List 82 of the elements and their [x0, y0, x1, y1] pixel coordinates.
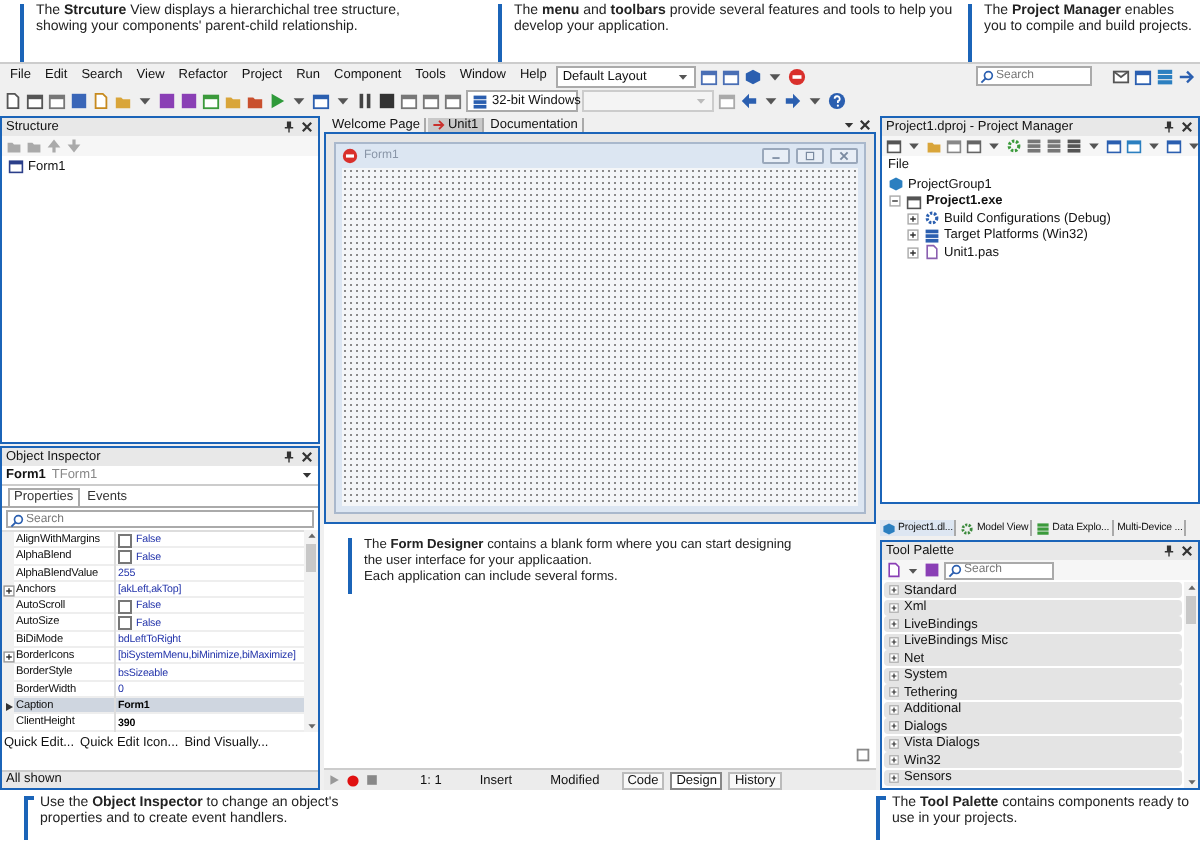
close-icon[interactable]: [300, 120, 314, 134]
scroll-down-icon[interactable]: [1185, 775, 1197, 787]
expand-icon: [888, 771, 900, 783]
expand-icon: [888, 669, 900, 681]
caret-icon[interactable]: [290, 92, 308, 110]
list-icon[interactable]: [1046, 138, 1062, 154]
window-icon[interactable]: [946, 138, 962, 154]
checkbox[interactable]: [118, 533, 132, 548]
close-icon[interactable]: [1180, 120, 1194, 134]
checkbox[interactable]: [118, 550, 132, 565]
pin-icon[interactable]: [1162, 120, 1176, 134]
pause-icon[interactable]: [356, 92, 374, 110]
forward-arrow-icon[interactable]: [784, 92, 802, 110]
expand-icon: [888, 686, 900, 698]
expand-icon: [888, 703, 900, 715]
expand-icon: [888, 720, 900, 732]
expand-icon: [888, 754, 900, 766]
pin-icon[interactable]: [282, 120, 296, 134]
checkbox[interactable]: [118, 616, 132, 631]
window-arrow-icon[interactable]: [1178, 67, 1196, 85]
scroll-up-icon[interactable]: [305, 530, 317, 542]
window-icon[interactable]: [26, 92, 44, 110]
collapse-icon[interactable]: [888, 194, 902, 209]
pin-icon[interactable]: [282, 450, 296, 464]
stop-sign-icon[interactable]: [788, 67, 807, 85]
current-row-arrow-icon: [3, 701, 13, 712]
window-icon[interactable]: [312, 92, 330, 110]
help-icon[interactable]: [828, 92, 846, 110]
window-icon[interactable]: [854, 746, 872, 764]
close-button[interactable]: [830, 148, 858, 164]
scroll-down-icon[interactable]: [305, 719, 317, 732]
new-file-icon[interactable]: [4, 92, 22, 110]
desktop-icon[interactable]: [700, 67, 719, 85]
list-icon[interactable]: [1066, 138, 1082, 154]
caret-icon[interactable]: [136, 92, 154, 110]
expand-icon[interactable]: [906, 211, 920, 226]
search-icon: [948, 564, 962, 578]
leader-line: [876, 796, 886, 840]
stack-icon: [924, 227, 940, 244]
play-icon[interactable]: [268, 92, 286, 110]
window-icon[interactable]: [48, 92, 66, 110]
close-icon[interactable]: [858, 117, 872, 131]
search-icon: [10, 513, 24, 527]
expand-icon[interactable]: [906, 228, 920, 243]
expand-icon[interactable]: [2, 649, 15, 664]
leader-line: [24, 796, 34, 840]
expand-icon: [888, 601, 900, 613]
expand-icon: [888, 618, 900, 630]
expand-icon: [888, 652, 900, 664]
list-icon[interactable]: [1026, 138, 1042, 154]
leader-line: [348, 538, 358, 594]
expand-icon[interactable]: [906, 245, 920, 260]
checkbox[interactable]: [118, 599, 132, 614]
record-icon[interactable]: [346, 773, 360, 787]
mail-icon[interactable]: [1112, 67, 1130, 85]
desktop-icon[interactable]: [722, 67, 741, 85]
back-arrow-icon[interactable]: [740, 92, 758, 110]
maximize-icon: [804, 150, 816, 162]
scroll-thumb[interactable]: [306, 544, 316, 572]
scrollbar[interactable]: [304, 530, 318, 732]
expand-icon: [888, 737, 900, 749]
expand-icon: [888, 635, 900, 647]
caret-icon[interactable]: [334, 92, 352, 110]
stop-icon[interactable]: [378, 92, 396, 110]
expand-icon: [888, 584, 900, 596]
form-icon: [8, 158, 24, 175]
pin-icon[interactable]: [1162, 544, 1176, 558]
window-icon[interactable]: [1126, 138, 1142, 154]
close-icon: [838, 150, 850, 162]
scroll-thumb[interactable]: [1186, 596, 1196, 624]
window-icon[interactable]: [1166, 138, 1182, 154]
close-icon[interactable]: [1180, 544, 1194, 558]
caret-icon[interactable]: [1186, 138, 1200, 154]
search-icon: [980, 69, 994, 83]
window-icon[interactable]: [966, 138, 982, 154]
maximize-button[interactable]: [796, 148, 824, 164]
close-icon[interactable]: [300, 450, 314, 464]
window-icon[interactable]: [1106, 138, 1122, 154]
window-icon[interactable]: [886, 138, 902, 154]
scrollbar[interactable]: [1184, 582, 1198, 787]
file-icon: [924, 244, 940, 261]
expand-icon[interactable]: [2, 583, 15, 598]
